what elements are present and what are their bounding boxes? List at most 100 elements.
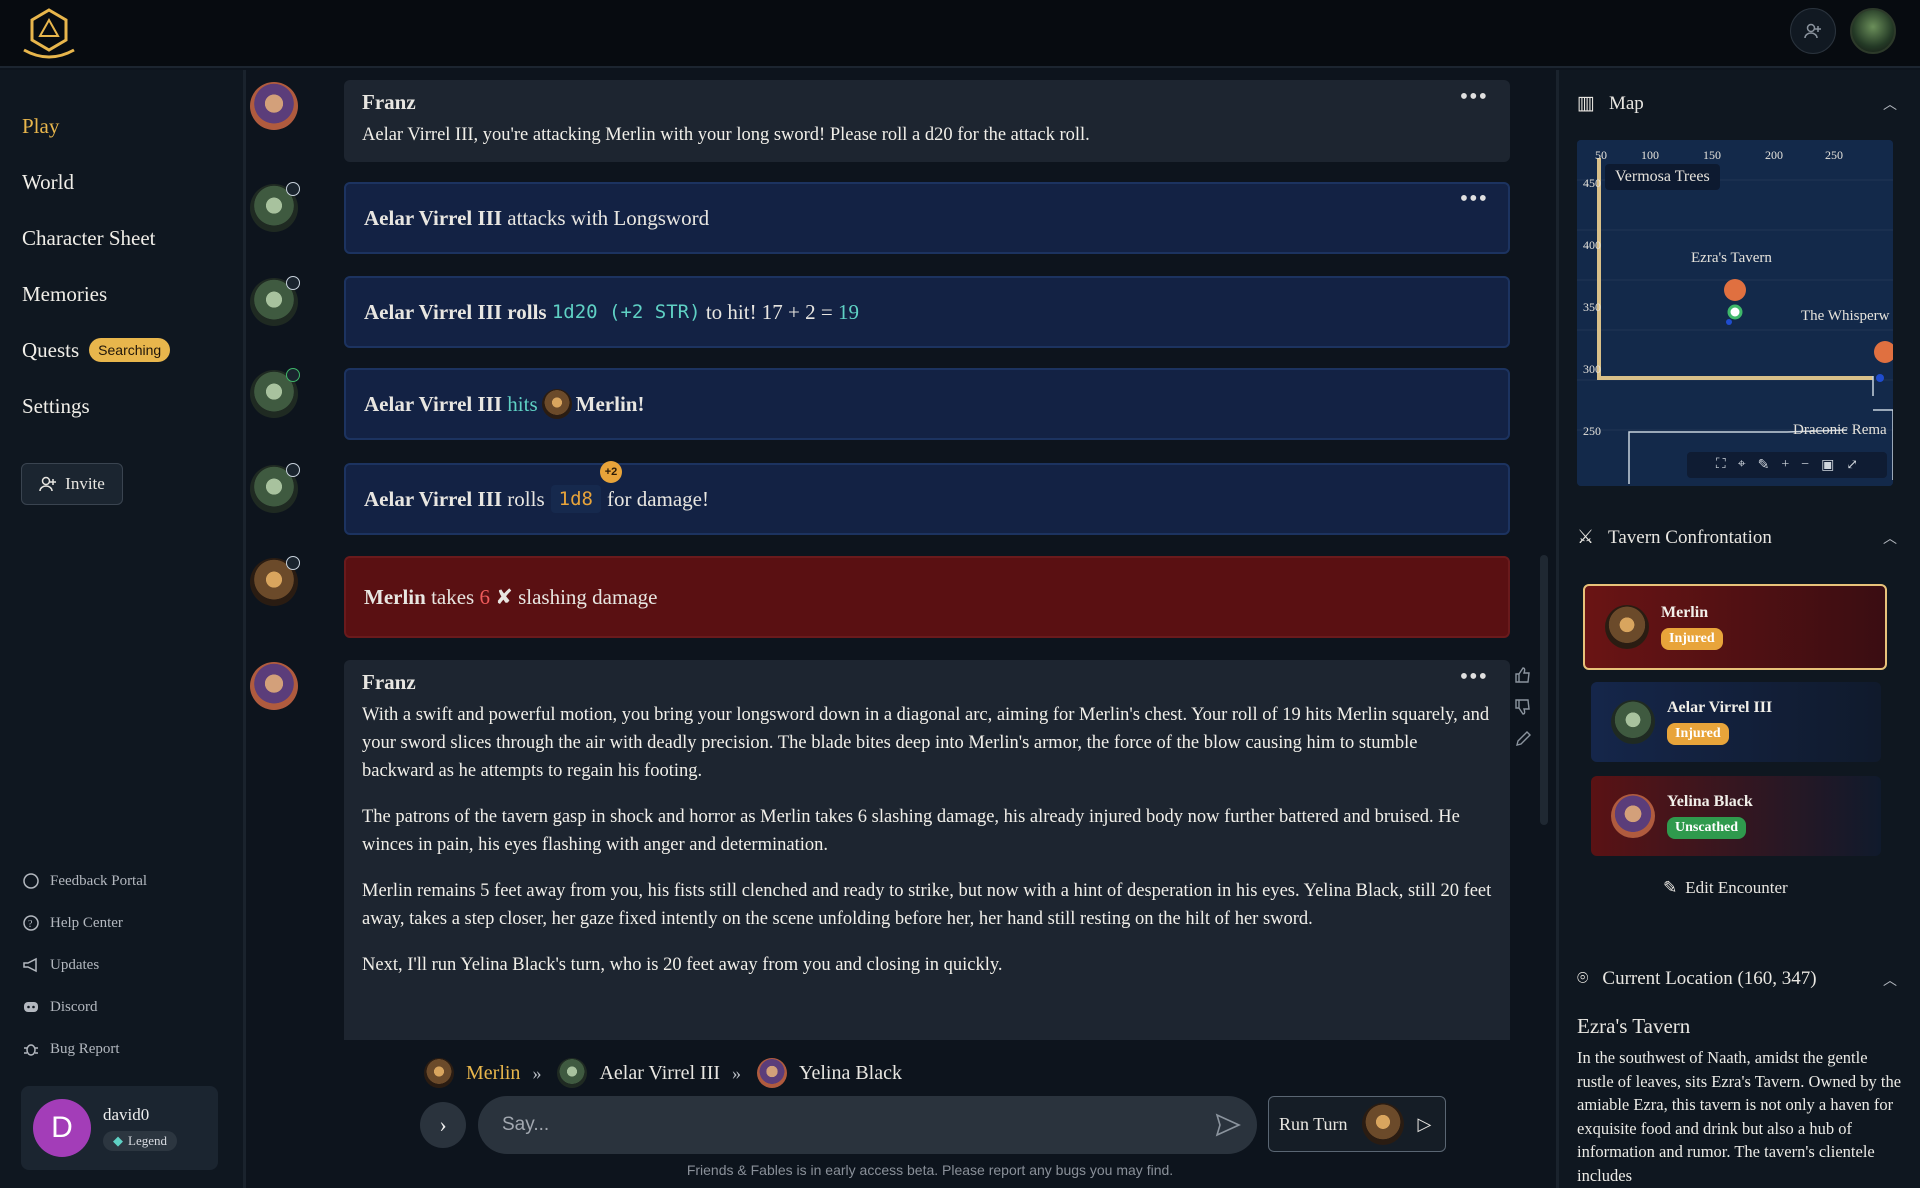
- d20-logo-icon[interactable]: [20, 6, 78, 60]
- collapse-caret-icon[interactable]: ︿: [1883, 970, 1897, 990]
- user-card[interactable]: D david0 ◆ Legend: [21, 1086, 218, 1170]
- nav-play[interactable]: Play: [22, 98, 232, 154]
- turn-avatar-aelar: [557, 1058, 588, 1088]
- map-toolbar: ⛶ ⌖ ✎ + − ▣ ⤢: [1687, 452, 1887, 478]
- nav-memories[interactable]: Memories: [22, 266, 232, 322]
- message-narrator: Franz Aelar Virrel III, you're attacking…: [250, 80, 1510, 162]
- turn-current[interactable]: Merlin: [466, 1062, 520, 1085]
- say-placeholder: Say...: [502, 1114, 550, 1135]
- thumbs-up-icon[interactable]: [1514, 666, 1532, 684]
- location-header-label: Current Location (160, 347): [1602, 968, 1817, 989]
- hit-verb: hits: [507, 391, 538, 416]
- message-narrator-long: Franz With a swift and powerful motion, …: [250, 660, 1531, 1040]
- message-action: Aelar Virrel III attacks with Longsword …: [250, 182, 1510, 254]
- paragraph: Merlin remains 5 feet away from you, his…: [362, 881, 1492, 929]
- map-x-tick: 200: [1765, 148, 1783, 162]
- map-x-tick: 100: [1641, 148, 1659, 162]
- combatant-card[interactable]: Aelar Virrel III Injured: [1591, 682, 1881, 762]
- zoom-out-icon[interactable]: −: [1801, 457, 1809, 473]
- message-text: With a swift and powerful motion, you br…: [362, 701, 1492, 979]
- composer: › Say... Run Turn ▷: [420, 1096, 1446, 1154]
- run-turn-button[interactable]: Run Turn ▷: [1268, 1096, 1446, 1152]
- fit-icon[interactable]: ⛶: [1716, 457, 1726, 473]
- updates-link[interactable]: Updates: [22, 944, 222, 986]
- turn-later[interactable]: Yelina Black: [799, 1062, 902, 1085]
- profile-avatar[interactable]: [1850, 8, 1896, 54]
- map-header[interactable]: ▥ Map ︿: [1577, 92, 1897, 115]
- beta-notice: Friends & Fables is in early access beta…: [686, 1162, 1174, 1178]
- edit-encounter-button[interactable]: ✎ Edit Encounter: [1663, 878, 1788, 898]
- expand-chevron-icon[interactable]: ›: [420, 1102, 466, 1148]
- chat-scrollbar[interactable]: [1540, 555, 1548, 825]
- turn-avatar-yelina: [757, 1058, 788, 1088]
- tier-badge: ◆ Legend: [103, 1131, 177, 1151]
- add-friend-icon[interactable]: [1790, 8, 1836, 54]
- edit-pencil-icon[interactable]: [1514, 730, 1532, 748]
- message-text: Aelar Virrel III, you're attacking Merli…: [362, 125, 1090, 145]
- message-damage-taken: Merlin takes 6 ✘ slashing damage: [250, 556, 1510, 638]
- nav-settings[interactable]: Settings: [22, 378, 232, 434]
- more-options-icon[interactable]: •••: [1460, 84, 1488, 111]
- status-icon: [286, 182, 300, 196]
- nav-world[interactable]: World: [22, 154, 232, 210]
- location-header[interactable]: ⌾ Current Location (160, 347) ︿: [1577, 968, 1897, 990]
- thumbs-down-icon[interactable]: [1514, 698, 1532, 716]
- damage-tail: for damage!: [606, 486, 709, 511]
- location-pin-icon: ⌾: [1577, 968, 1589, 989]
- svg-text:?: ?: [28, 919, 33, 930]
- combatant-card[interactable]: Merlin Injured: [1583, 584, 1887, 670]
- tavern-label: Ezra's Tavern: [1691, 250, 1772, 266]
- map-x-tick: 50: [1595, 148, 1607, 162]
- actor-name: Aelar Virrel III: [364, 299, 503, 324]
- nav-character-sheet[interactable]: Character Sheet: [22, 210, 232, 266]
- location-description: In the southwest of Naath, amidst the ge…: [1577, 1048, 1902, 1185]
- bug-report-label: Bug Report: [50, 1040, 120, 1057]
- say-input[interactable]: Say...: [478, 1096, 1257, 1154]
- player-avatar: [250, 368, 300, 418]
- fullscreen-icon[interactable]: ⤢: [1846, 457, 1858, 474]
- turn-next[interactable]: Aelar Virrel III: [599, 1062, 720, 1085]
- damage-amount: 6: [479, 584, 490, 609]
- victim-name: Merlin: [364, 584, 426, 609]
- paragraph: Next, I'll run Yelina Black's turn, who …: [362, 955, 1003, 975]
- right-panel: ▥ Map ︿ 50 100 150 200 250 450 400 350 3…: [1556, 70, 1920, 1188]
- world-map[interactable]: 50 100 150 200 250 450 400 350 300 250 V…: [1577, 140, 1893, 486]
- turn-separator: »: [532, 1062, 542, 1083]
- damage-type: slashing: [518, 584, 587, 609]
- dice-expression: 1d20 (+2 STR): [551, 301, 701, 323]
- narrator-avatar: [250, 662, 298, 710]
- map-icon: ▥: [1577, 93, 1595, 114]
- paragraph: With a swift and powerful motion, you br…: [362, 705, 1490, 781]
- encounter-header[interactable]: ⚔ Tavern Confrontation ︿: [1577, 526, 1897, 549]
- help-link[interactable]: ? Help Center: [22, 902, 222, 944]
- status-badge: Injured: [1661, 628, 1723, 650]
- map-x-tick: 150: [1703, 148, 1721, 162]
- roll-verb: rolls: [507, 299, 547, 324]
- more-options-icon[interactable]: •••: [1460, 186, 1488, 213]
- collapse-caret-icon[interactable]: ︿: [1883, 528, 1897, 548]
- draconic-label: Draconic Rema: [1793, 422, 1887, 438]
- help-circle-icon: ?: [23, 915, 39, 931]
- nav-quests[interactable]: Quests Searching: [22, 322, 232, 378]
- bug-report-link[interactable]: Bug Report: [22, 1028, 222, 1070]
- image-icon[interactable]: ▣: [1821, 457, 1834, 474]
- map-title: Map: [1608, 92, 1644, 114]
- region-label: Vermosa Trees: [1605, 164, 1720, 190]
- send-icon[interactable]: [1215, 1112, 1241, 1138]
- more-options-icon[interactable]: •••: [1460, 664, 1488, 691]
- invite-button[interactable]: Invite: [21, 463, 123, 505]
- ruler-icon[interactable]: ✎: [1758, 457, 1770, 474]
- npc-avatar: [250, 556, 300, 606]
- collapse-caret-icon[interactable]: ︿: [1883, 94, 1897, 114]
- feedback-link[interactable]: Feedback Portal: [22, 860, 222, 902]
- dice-status-icon: [286, 276, 300, 290]
- check-icon: [286, 368, 300, 382]
- combatant-card[interactable]: Yelina Black Unscathed: [1591, 776, 1881, 856]
- top-bar: [0, 0, 1920, 68]
- map-y-tick: 250: [1583, 424, 1601, 438]
- locate-icon[interactable]: ⌖: [1738, 457, 1746, 473]
- discord-label: Discord: [50, 998, 98, 1015]
- zoom-in-icon[interactable]: +: [1781, 457, 1789, 473]
- pencil-icon: ✎: [1663, 878, 1678, 897]
- discord-link[interactable]: Discord: [22, 986, 222, 1028]
